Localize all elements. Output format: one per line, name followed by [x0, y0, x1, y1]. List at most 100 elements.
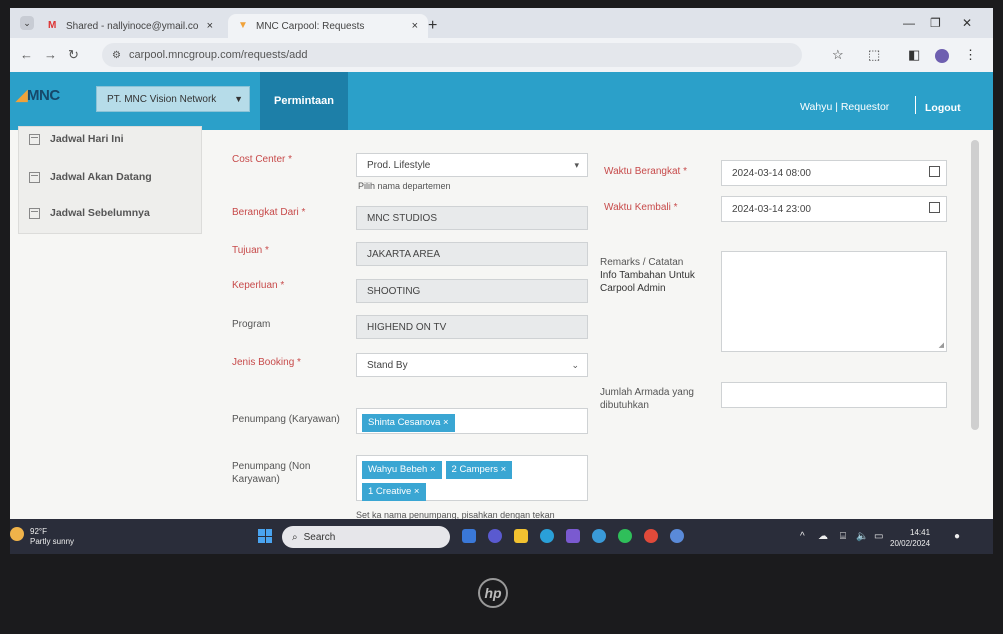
cost-center-help: Pilih nama departemen — [358, 181, 451, 191]
keperluan-label: Keperluan * — [232, 280, 285, 291]
program-label: Program — [232, 319, 271, 330]
close-tab-icon[interactable]: × — [207, 20, 213, 32]
clock-time: 14:41 — [910, 528, 931, 537]
tab-search-icon[interactable]: ⌄ — [20, 16, 34, 30]
org-select[interactable]: PT. MNC Vision Network ▼ — [96, 86, 250, 112]
berangkat-dari-input[interactable]: MNC STUDIOS — [356, 206, 588, 230]
app-header: ◢MNC PT. MNC Vision Network ▼ Wahyu | Re… — [10, 72, 993, 130]
penumpang-karyawan-input[interactable]: Shinta Cesanova × — [356, 408, 588, 434]
chrome-icon[interactable] — [644, 529, 658, 543]
url-text: carpool.mncgroup.com/requests/add — [128, 49, 308, 61]
weather-desc: Partly sunny — [30, 537, 75, 546]
back-icon[interactable]: ← — [20, 47, 33, 62]
address-bar[interactable]: ⚙ carpool.mncgroup.com/requests/add — [102, 43, 802, 67]
calendar-icon[interactable] — [929, 166, 940, 177]
weather-temp: 92°F — [30, 527, 47, 536]
sidebar-item-label: Jadwal Akan Datang — [50, 171, 152, 183]
logout-link[interactable]: Logout — [925, 102, 961, 114]
forward-icon[interactable]: → — [44, 47, 57, 62]
file-explorer-icon[interactable] — [514, 529, 528, 543]
close-window-icon[interactable]: ✕ — [962, 16, 972, 30]
resize-grip-icon[interactable]: ◢ — [939, 341, 944, 349]
onedrive-icon[interactable]: ☁ — [818, 531, 828, 542]
nav-tab-permintaan[interactable]: Permintaan — [260, 72, 348, 130]
cost-center-value: Prod. Lifestyle — [367, 159, 431, 171]
waktu-kembali-input[interactable]: 2024-03-14 23:00 — [721, 196, 947, 222]
sidebar-item-hari-ini[interactable]: Jadwal Hari Ini — [29, 133, 124, 145]
sidepanel-icon[interactable]: ◧ — [908, 47, 920, 63]
user-label[interactable]: Wahyu | Requestor — [800, 101, 889, 113]
armada-label: Jumlah Armada yang dibutuhkan — [600, 387, 694, 411]
sidebar-item-sebelumnya[interactable]: Jadwal Sebelumnya — [29, 207, 150, 219]
passenger-tag[interactable]: Wahyu Bebeh × — [362, 461, 442, 479]
waktu-berangkat-value: 2024-03-14 08:00 — [732, 167, 811, 179]
clock-date: 20/02/2024 — [890, 539, 931, 548]
windows-start-icon[interactable] — [258, 529, 272, 543]
teams-icon[interactable] — [488, 529, 502, 543]
penumpang-non-input[interactable]: Wahyu Bebeh × 2 Campers × 1 Creative × — [356, 455, 588, 501]
tab-label: Shared - nallyinoce@ymail.co — [66, 20, 199, 32]
notification-bell-icon[interactable]: ● — [954, 531, 960, 542]
mnc-favicon-icon: ▼ — [238, 20, 248, 31]
remarks-label: Remarks / Catatan Info Tambahan Untuk Ca… — [600, 256, 710, 295]
waktu-berangkat-input[interactable]: 2024-03-14 08:00 — [721, 160, 947, 186]
weather-sun-icon — [10, 527, 24, 541]
bookmark-star-icon[interactable]: ☆ — [832, 47, 844, 63]
menu-kebab-icon[interactable]: ⋮ — [964, 47, 977, 63]
chevron-down-icon: ▼ — [234, 94, 243, 104]
edge-icon[interactable] — [540, 529, 554, 543]
taskbar-clock[interactable]: 14:41 20/02/2024 — [890, 527, 930, 549]
close-tab-icon[interactable]: × — [412, 20, 418, 32]
jenis-booking-label: Jenis Booking * — [232, 357, 301, 368]
new-tab-button[interactable]: + — [428, 17, 437, 35]
jenis-booking-select[interactable]: Stand By ⌄ — [356, 353, 588, 377]
sidebar-item-label: Jadwal Sebelumnya — [50, 207, 150, 219]
tab-carpool[interactable]: ▼ MNC Carpool: Requests × — [228, 14, 428, 38]
tujuan-label: Tujuan * — [232, 245, 269, 256]
search-icon: ⌕ — [292, 531, 298, 543]
page-scrollbar[interactable] — [971, 140, 979, 430]
browser-tab-strip: ⌄ M Shared - nallyinoce@ymail.co × ▼ MNC… — [10, 8, 993, 38]
laptop-screen: ⌄ M Shared - nallyinoce@ymail.co × ▼ MNC… — [10, 8, 993, 554]
header-divider — [915, 96, 916, 114]
battery-icon[interactable]: ▭ — [874, 531, 883, 542]
calendar-icon[interactable] — [929, 202, 940, 213]
extensions-icon[interactable]: ⬚ — [868, 47, 880, 63]
jenis-booking-value: Stand By — [367, 359, 408, 371]
app-icon[interactable] — [592, 529, 606, 543]
armada-input[interactable] — [721, 382, 947, 408]
passenger-tag[interactable]: Shinta Cesanova × — [362, 414, 455, 432]
volume-icon[interactable]: 🔈 — [856, 531, 868, 542]
tray-chevron-icon[interactable]: ^ — [800, 531, 805, 542]
mnc-logo[interactable]: ◢MNC — [16, 86, 60, 104]
berangkat-dari-label: Berangkat Dari * — [232, 207, 306, 218]
remarks-sublabel: Info Tambahan Untuk Carpool Admin — [600, 270, 695, 294]
chrome-profile-icon[interactable] — [670, 529, 684, 543]
keperluan-value: SHOOTING — [367, 285, 421, 297]
minimize-icon[interactable]: — — [903, 16, 915, 30]
cost-center-select[interactable]: Prod. Lifestyle ▾ — [356, 153, 588, 177]
maximize-icon[interactable]: ❐ — [930, 16, 941, 30]
hp-logo-icon: hp — [478, 578, 508, 608]
spotify-icon[interactable] — [618, 529, 632, 543]
store-icon[interactable] — [566, 529, 580, 543]
berangkat-dari-value: MNC STUDIOS — [367, 212, 437, 224]
tujuan-value: JAKARTA AREA — [367, 248, 440, 260]
keperluan-input[interactable]: SHOOTING — [356, 279, 588, 303]
passenger-tag[interactable]: 1 Creative × — [362, 483, 426, 501]
task-view-icon[interactable] — [462, 529, 476, 543]
remarks-textarea[interactable]: ◢ — [721, 251, 947, 352]
site-info-icon[interactable]: ⚙ — [112, 50, 121, 61]
chevron-down-icon: ⌄ — [571, 359, 579, 370]
tujuan-input[interactable]: JAKARTA AREA — [356, 242, 588, 266]
profile-avatar[interactable] — [935, 49, 949, 63]
wifi-icon[interactable]: ⌸ — [840, 531, 846, 542]
sidebar-item-akan-datang[interactable]: Jadwal Akan Datang — [29, 171, 152, 183]
tab-gmail[interactable]: M Shared - nallyinoce@ymail.co × — [38, 14, 223, 38]
taskbar-search[interactable]: ⌕ Search — [282, 526, 450, 548]
weather-widget[interactable]: 92°F Partly sunny — [30, 527, 74, 547]
reload-icon[interactable]: ↻ — [68, 47, 79, 63]
passenger-tag[interactable]: 2 Campers × — [445, 461, 513, 479]
browser-toolbar: ← → ↻ ⚙ carpool.mncgroup.com/requests/ad… — [10, 38, 993, 72]
program-input[interactable]: HIGHEND ON TV — [356, 315, 588, 339]
